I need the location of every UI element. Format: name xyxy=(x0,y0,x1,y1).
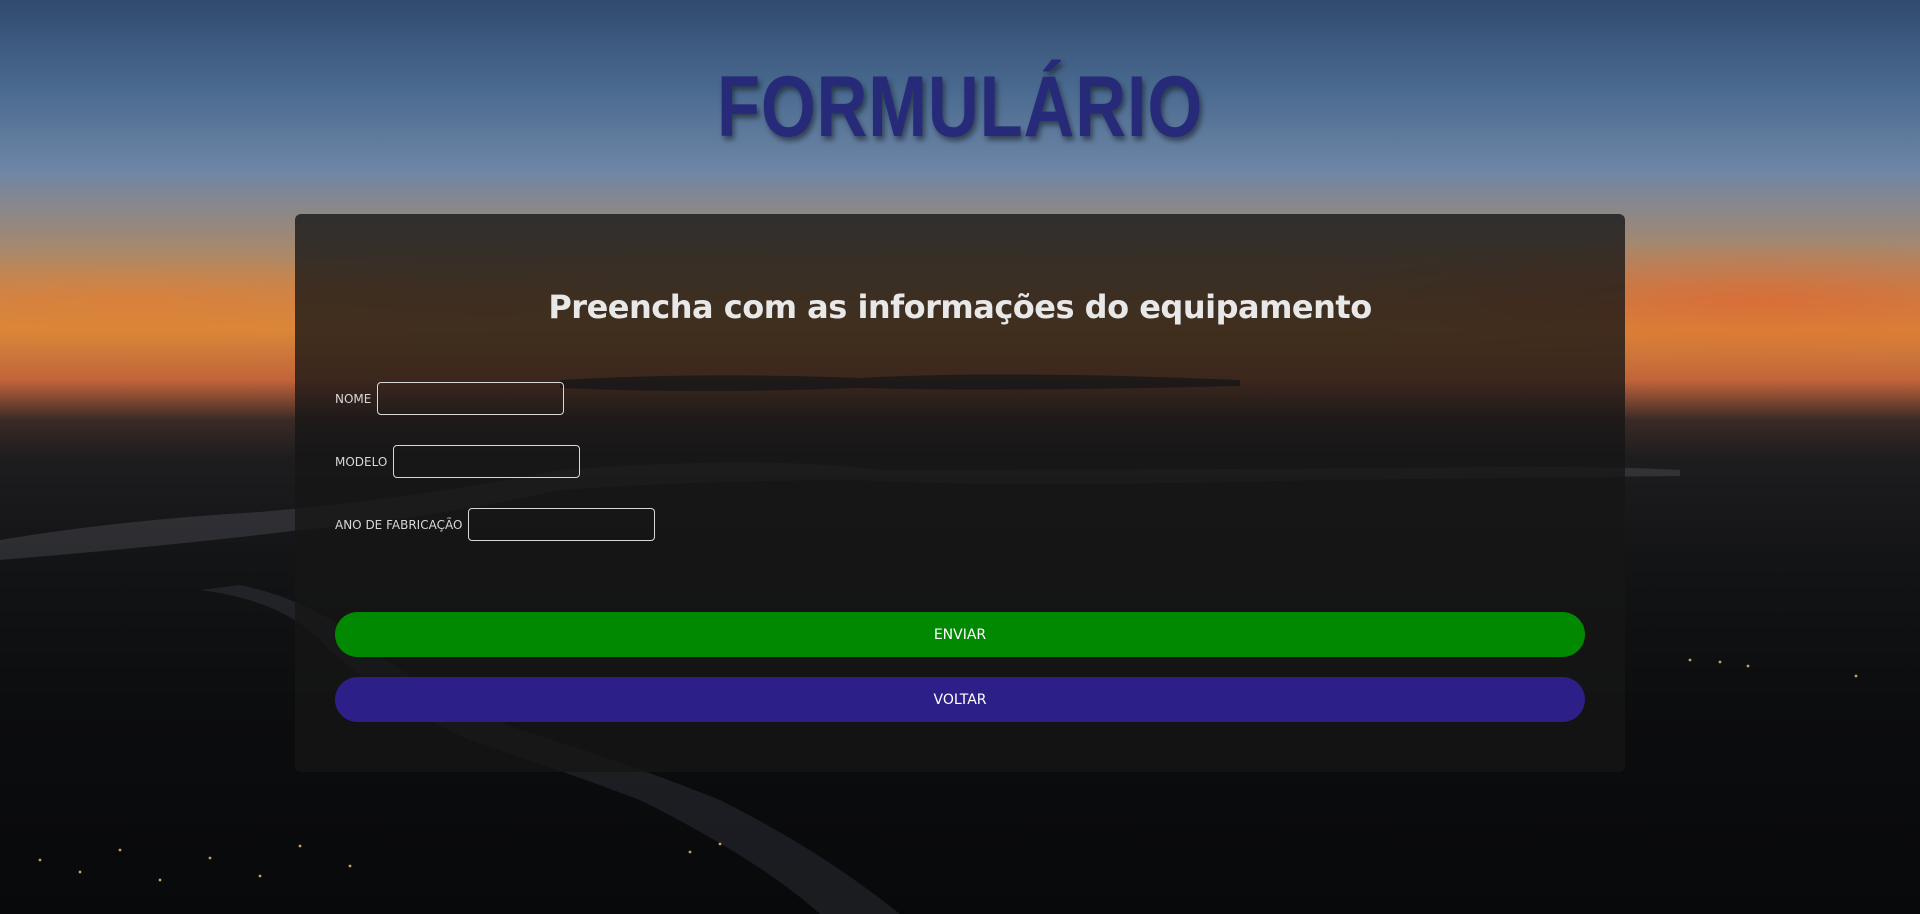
form-heading: Preencha com as informações do equipamen… xyxy=(548,288,1372,326)
field-row-modelo: MODELO xyxy=(335,445,581,478)
ano-fabricacao-input[interactable] xyxy=(468,508,656,541)
page-title: FORMULÁRIO xyxy=(716,59,1204,155)
back-button[interactable]: VOLTAR xyxy=(335,677,1585,722)
nome-input[interactable] xyxy=(377,382,565,415)
field-row-nome: NOME xyxy=(335,382,565,415)
field-row-ano-fabricacao: ANO DE FABRICAÇÃO xyxy=(335,508,656,541)
modelo-input[interactable] xyxy=(393,445,581,478)
nome-label: NOME xyxy=(335,391,372,406)
submit-button[interactable]: ENVIAR xyxy=(335,612,1585,657)
equipment-form: Preencha com as informações do equipamen… xyxy=(295,214,1625,772)
modelo-label: MODELO xyxy=(335,454,388,469)
ano-fabricacao-label: ANO DE FABRICAÇÃO xyxy=(335,517,463,532)
